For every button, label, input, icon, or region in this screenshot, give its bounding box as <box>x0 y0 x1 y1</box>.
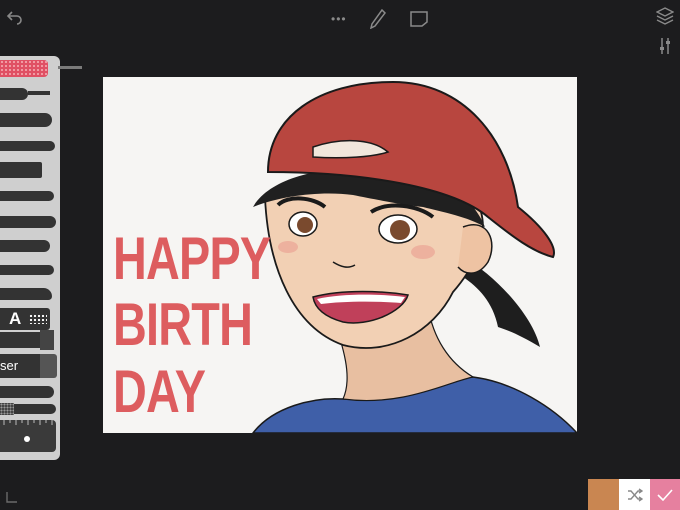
paint-tube-tool[interactable] <box>0 328 60 352</box>
ruler-tool[interactable] <box>0 418 60 454</box>
tool-panel: A ser <box>0 56 60 460</box>
more-icon[interactable]: ••• <box>331 12 347 26</box>
secondary-color-swatch[interactable] <box>619 479 650 510</box>
pen-icon[interactable] <box>369 8 386 30</box>
drawing-canvas[interactable]: HAPPY BIRTH DAY <box>103 77 577 433</box>
confirm-button[interactable] <box>650 479 680 510</box>
layers-icon[interactable] <box>655 7 675 27</box>
pencil-tool[interactable] <box>0 184 60 208</box>
adjust-icon[interactable] <box>658 37 672 55</box>
shuffle-icon <box>619 479 650 510</box>
round-brush-tool[interactable] <box>0 234 60 258</box>
marker-tool[interactable] <box>0 108 60 132</box>
birthday-line-1: HAPPY <box>113 225 271 292</box>
ruler-dot <box>24 436 30 442</box>
fountain-pen-tool[interactable] <box>0 282 60 306</box>
eraser-tool[interactable]: ser <box>0 352 60 380</box>
undo-icon[interactable] <box>6 8 24 26</box>
birthday-line-3: DAY <box>113 358 206 425</box>
corner-icon[interactable] <box>6 490 18 503</box>
watercolor-tool[interactable] <box>0 258 60 282</box>
primary-color-swatch[interactable] <box>588 479 619 510</box>
texture-brush-tool[interactable] <box>0 400 60 418</box>
check-icon <box>650 479 680 510</box>
eraser-label: ser <box>0 358 19 373</box>
paper-icon[interactable] <box>410 11 428 27</box>
chisel-marker-tool[interactable] <box>0 158 60 182</box>
tool-size-indicator <box>58 66 82 69</box>
fineliner-tool[interactable] <box>0 134 60 158</box>
technical-pen-tool[interactable] <box>0 82 60 106</box>
birthday-line-2: BIRTH <box>113 291 253 358</box>
selected-marker-tool[interactable] <box>0 58 60 82</box>
text-tool-label: A <box>9 309 22 328</box>
brush-tool[interactable] <box>0 210 60 234</box>
